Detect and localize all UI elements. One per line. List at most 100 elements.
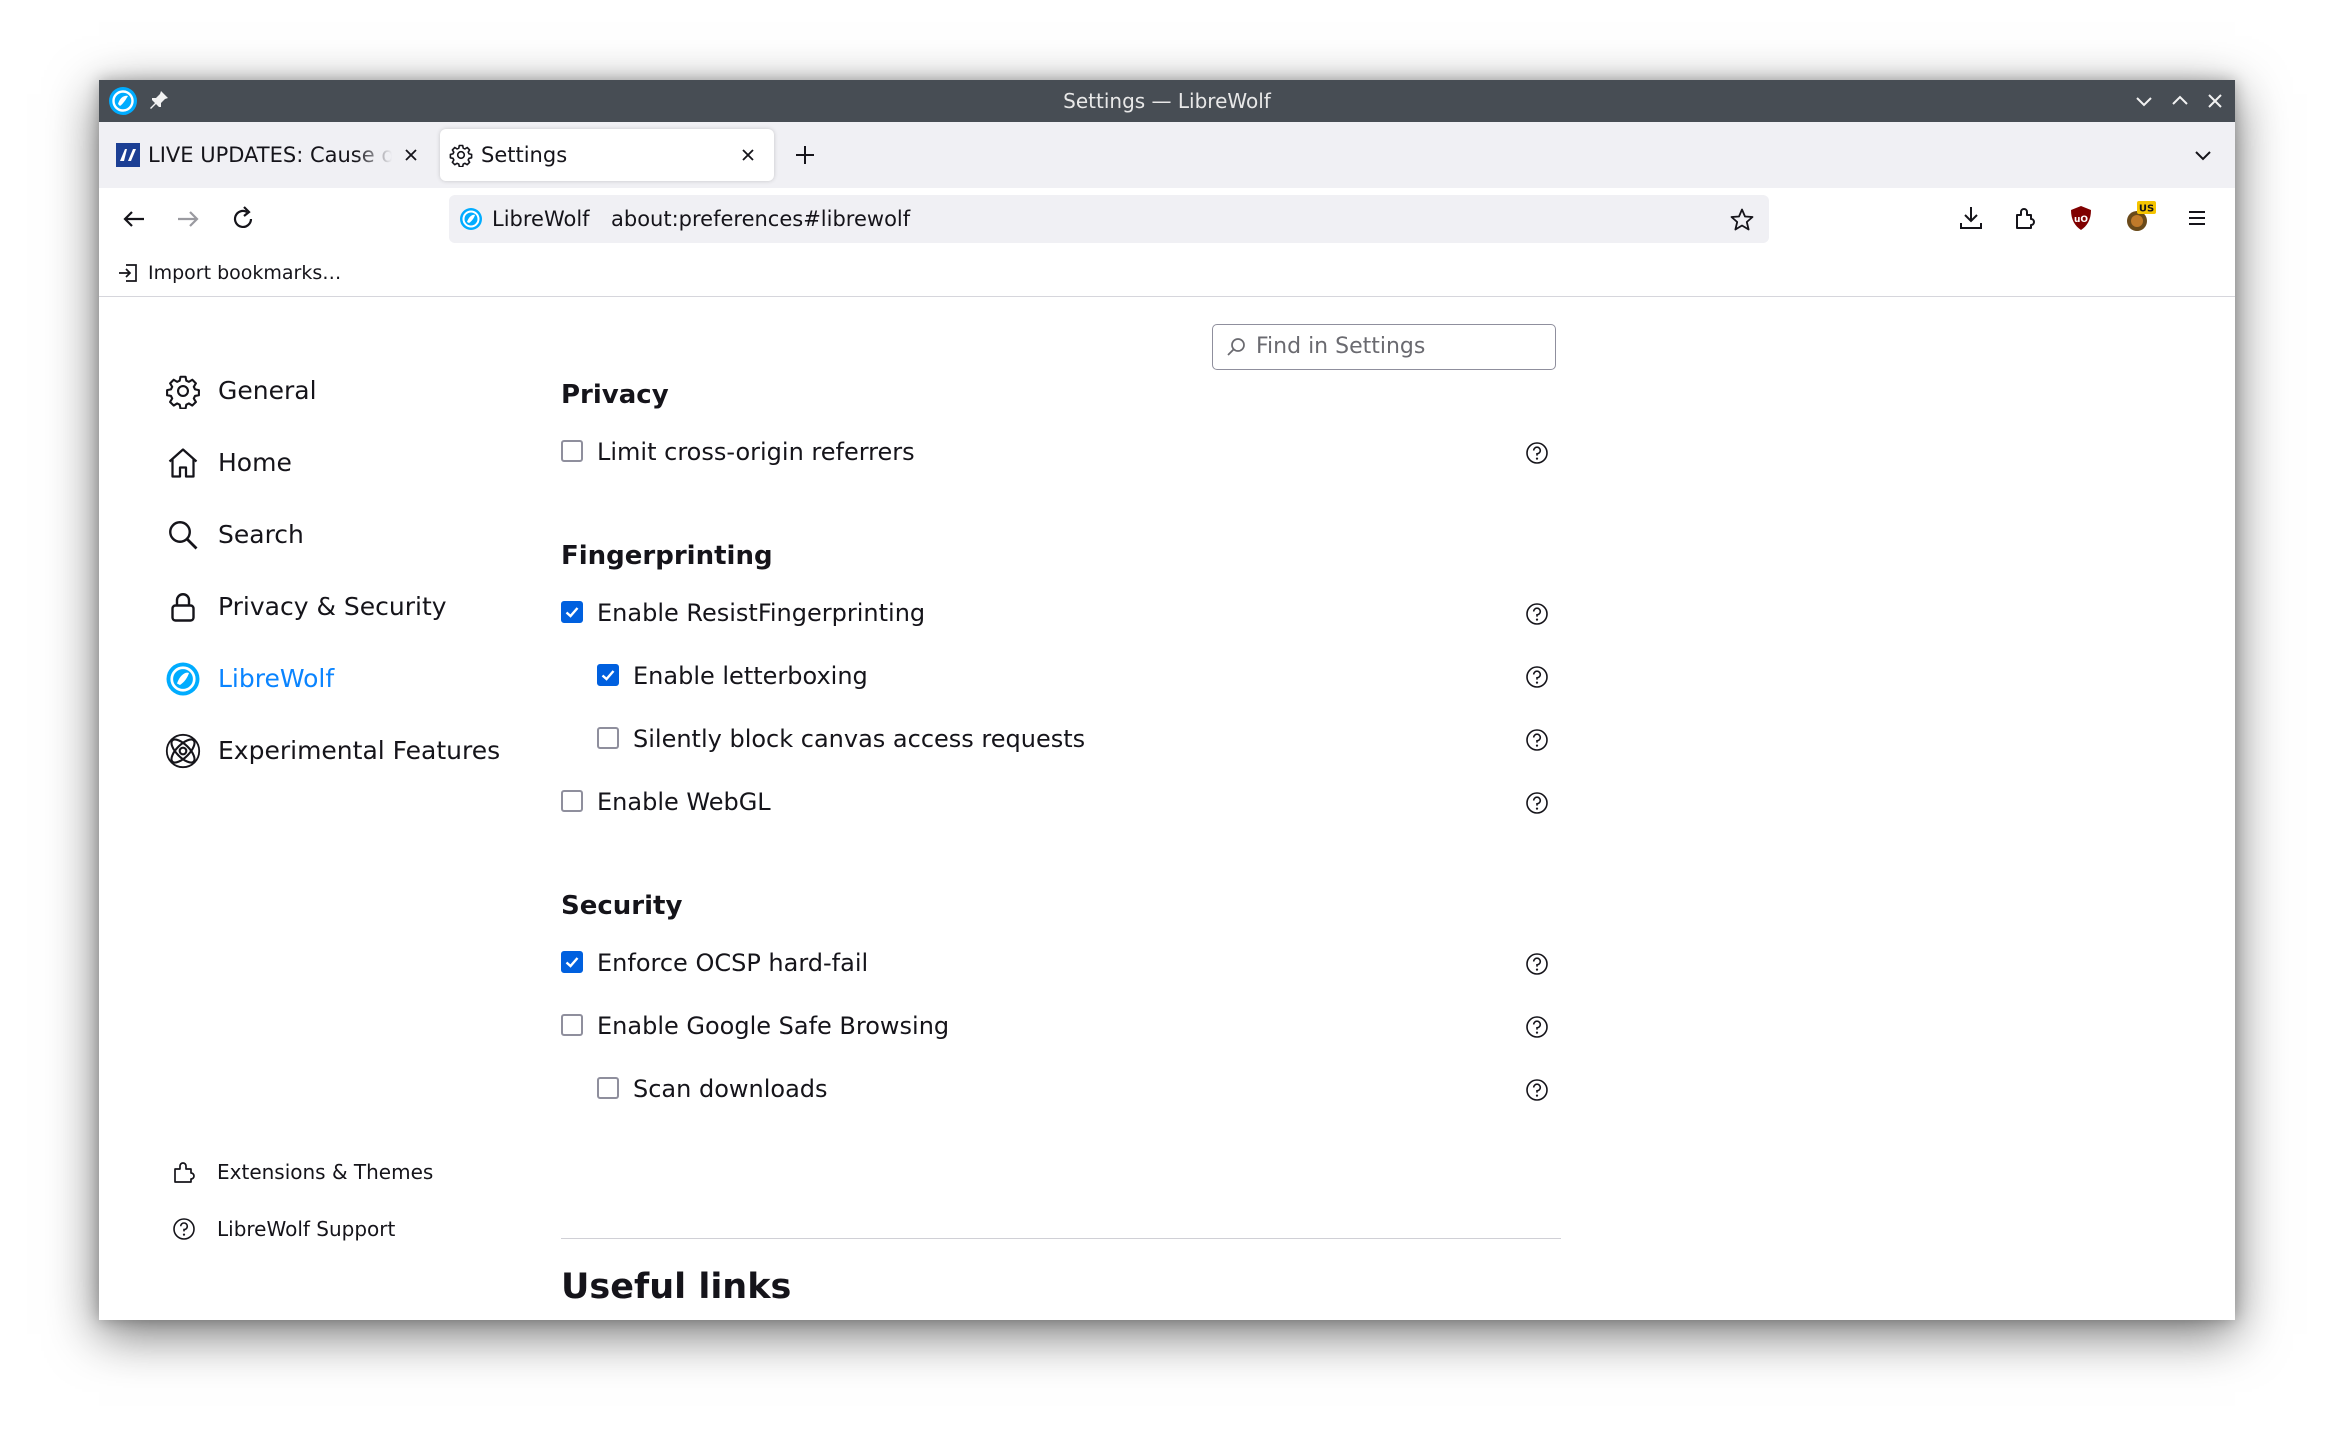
- section-heading-fingerprinting: Fingerprinting: [561, 541, 773, 571]
- import-bookmarks-link[interactable]: Import bookmarks…: [148, 252, 341, 294]
- search-icon: [169, 521, 198, 550]
- option-label: Enable letterboxing: [633, 662, 868, 690]
- checkbox[interactable]: [597, 1077, 619, 1099]
- checkbox-checked[interactable]: [597, 664, 619, 686]
- ublock-origin-icon[interactable]: uO: [2064, 201, 2098, 235]
- url-text[interactable]: about:preferences#librewolf: [611, 195, 910, 243]
- sidebar-item-label: Search: [218, 520, 304, 549]
- reload-icon[interactable]: [226, 202, 260, 236]
- sidebar-footer-extensions-themes[interactable]: Extensions & Themes: [171, 1151, 471, 1191]
- help-icon[interactable]: [1525, 1015, 1549, 1039]
- option-enforce-ocsp-hard-fail[interactable]: Enforce OCSP hard-fail: [561, 943, 1561, 983]
- sidebar-item-label: Experimental Features: [218, 736, 501, 765]
- search-icon: [1227, 338, 1245, 356]
- menu-hamburger-icon[interactable]: [2180, 201, 2214, 235]
- lock-icon: [171, 593, 195, 622]
- option-label: Limit cross-origin referrers: [597, 438, 915, 466]
- tab-label: Settings: [481, 143, 568, 167]
- sidebar-item-label: Privacy & Security: [218, 592, 447, 621]
- tab-label: LIVE UPDATES: Cause of Colonial Pipeline…: [148, 143, 392, 167]
- minimize-icon[interactable]: [2130, 87, 2158, 115]
- container-extension-icon[interactable]: US: [2122, 201, 2156, 235]
- window-title: Settings — LibreWolf: [1063, 89, 1271, 113]
- browser-window: Settings — LibreWolf LIVE UPDATES: Cause…: [99, 80, 2235, 1320]
- forward-icon[interactable]: [171, 202, 205, 236]
- checkbox[interactable]: [561, 790, 583, 812]
- checkmark-icon: [601, 670, 615, 681]
- identity-box[interactable]: LibreWolf: [449, 195, 599, 243]
- section-heading-useful-links: Useful links: [561, 1267, 792, 1307]
- option-enable-letterboxing[interactable]: Enable letterboxing: [597, 656, 1597, 696]
- help-icon[interactable]: [1525, 1078, 1549, 1102]
- help-icon[interactable]: [1525, 791, 1549, 815]
- extensions-puzzle-icon[interactable]: [2008, 201, 2042, 235]
- sidebar-item-home[interactable]: Home: [165, 434, 505, 488]
- sidebar-item-librewolf[interactable]: LibreWolf: [165, 650, 505, 704]
- librewolf-icon: [460, 208, 482, 230]
- tab-live-updates[interactable]: LIVE UPDATES: Cause of Colonial Pipeline…: [107, 129, 429, 181]
- import-icon[interactable]: [117, 262, 139, 284]
- option-label: Enable ResistFingerprinting: [597, 599, 926, 627]
- section-divider: [561, 1238, 1561, 1239]
- section-heading-security: Security: [561, 891, 683, 921]
- sidebar-item-privacy-security[interactable]: Privacy & Security: [165, 578, 505, 632]
- atom-icon: [165, 733, 201, 769]
- option-enable-resistfingerprinting[interactable]: Enable ResistFingerprinting: [561, 593, 1561, 633]
- url-bar[interactable]: LibreWolf about:preferences#librewolf: [449, 195, 1769, 243]
- option-silently-block-canvas[interactable]: Silently block canvas access requests: [597, 719, 1597, 759]
- option-label: Silently block canvas access requests: [633, 725, 1086, 753]
- bookmark-star-icon[interactable]: [1729, 207, 1755, 233]
- checkmark-icon: [565, 957, 579, 968]
- search-placeholder: Find in Settings: [1256, 334, 1426, 359]
- settings-content: Find in Settings General Home Search Pri…: [99, 297, 2235, 1320]
- close-window-icon[interactable]: [2201, 87, 2229, 115]
- gear-icon: [449, 144, 473, 167]
- checkbox[interactable]: [561, 440, 583, 462]
- option-limit-cross-origin-referrers[interactable]: Limit cross-origin referrers: [561, 432, 1561, 472]
- bookmarks-toolbar: Import bookmarks…: [99, 252, 2235, 297]
- close-tab-icon[interactable]: [401, 145, 421, 165]
- sidebar-item-label: Home: [218, 448, 292, 477]
- gear-icon: [166, 375, 200, 409]
- option-label: Scan downloads: [633, 1075, 828, 1103]
- help-icon[interactable]: [1525, 602, 1549, 626]
- maximize-icon[interactable]: [2166, 87, 2194, 115]
- option-label: Enable WebGL: [597, 788, 771, 816]
- checkbox-checked[interactable]: [561, 951, 583, 973]
- help-icon[interactable]: [1525, 665, 1549, 689]
- option-scan-downloads[interactable]: Scan downloads: [597, 1069, 1597, 1109]
- option-enable-google-safe-browsing[interactable]: Enable Google Safe Browsing: [561, 1006, 1561, 1046]
- help-icon[interactable]: [1525, 952, 1549, 976]
- downloads-icon[interactable]: [1954, 201, 1988, 235]
- find-in-settings-input[interactable]: Find in Settings: [1212, 324, 1556, 370]
- option-enable-webgl[interactable]: Enable WebGL: [561, 782, 1561, 822]
- option-label: Enable Google Safe Browsing: [597, 1012, 950, 1040]
- help-icon: [173, 1218, 195, 1240]
- checkbox-checked[interactable]: [561, 601, 583, 623]
- footer-label: LibreWolf Support: [217, 1217, 396, 1241]
- chevron-down-icon[interactable]: [2191, 143, 2215, 167]
- checkmark-icon: [565, 607, 579, 618]
- sidebar-item-label: General: [218, 376, 317, 405]
- checkbox[interactable]: [597, 727, 619, 749]
- sidebar-item-general[interactable]: General: [165, 362, 505, 416]
- identity-label: LibreWolf: [492, 207, 590, 231]
- sidebar-item-label: LibreWolf: [218, 664, 335, 693]
- option-label: Enforce OCSP hard-fail: [597, 949, 869, 977]
- home-icon: [168, 448, 198, 478]
- checkbox[interactable]: [561, 1014, 583, 1036]
- librewolf-icon: [166, 662, 200, 696]
- help-icon[interactable]: [1525, 441, 1549, 465]
- sidebar-item-search[interactable]: Search: [165, 506, 505, 560]
- help-icon[interactable]: [1525, 728, 1549, 752]
- sidebar-footer-librewolf-support[interactable]: LibreWolf Support: [171, 1208, 471, 1248]
- tab-strip: LIVE UPDATES: Cause of Colonial Pipeline…: [99, 122, 2235, 188]
- back-icon[interactable]: [117, 202, 151, 236]
- tab-settings[interactable]: Settings: [440, 129, 774, 181]
- footer-label: Extensions & Themes: [217, 1160, 434, 1184]
- container-badge: US: [2139, 204, 2154, 215]
- nav-bar: LibreWolf about:preferences#librewolf uO…: [99, 188, 2235, 252]
- close-tab-icon[interactable]: [738, 145, 758, 165]
- new-tab-icon[interactable]: [789, 139, 821, 171]
- sidebar-item-experimental-features[interactable]: Experimental Features: [165, 722, 505, 776]
